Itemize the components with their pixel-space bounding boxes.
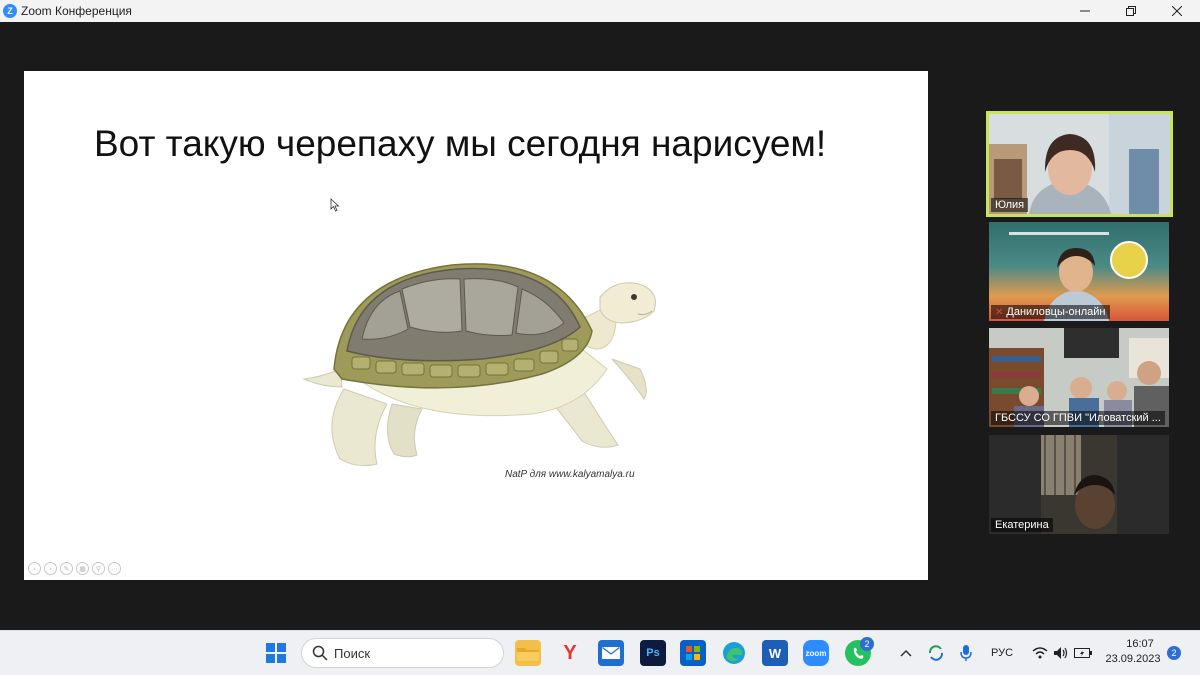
minimize-button[interactable]	[1062, 0, 1108, 22]
show-hidden-icons-button[interactable]	[893, 640, 919, 666]
search-icon	[312, 645, 328, 661]
windows-icon	[266, 643, 286, 663]
folder-icon	[517, 648, 539, 661]
sync-icon[interactable]	[923, 640, 949, 666]
zoom-icon[interactable]: ⚲	[92, 562, 105, 575]
participant-name: ГБССУ СО ГПВИ "Иловатский ...	[991, 411, 1165, 425]
shared-screen-slide[interactable]: Вот такую черепаху мы сегодня нарисуем!	[24, 71, 928, 580]
next-slide-icon[interactable]: ›	[44, 562, 57, 575]
microphone-icon[interactable]	[953, 640, 979, 666]
input-language[interactable]: РУС	[991, 647, 1013, 659]
refresh-icon	[928, 645, 944, 661]
turtle-illustration	[302, 263, 656, 467]
window-controls	[1062, 0, 1200, 22]
mic-muted-icon: ✕	[995, 307, 1004, 318]
photoshop-icon[interactable]: Ps	[640, 640, 666, 666]
yandex-browser-icon[interactable]: Y	[557, 640, 583, 666]
restore-button[interactable]	[1108, 0, 1154, 22]
start-button[interactable]	[263, 640, 289, 666]
window-title: Zoom Конференция	[21, 4, 132, 18]
participant-name: Юлия	[991, 198, 1029, 212]
minimize-icon	[1080, 10, 1090, 12]
more-icon[interactable]: ⋯	[108, 562, 121, 575]
edge-browser-icon[interactable]	[721, 640, 747, 666]
image-credit: NatP для www.kalyamalya.ru	[505, 469, 635, 480]
restore-icon	[1126, 6, 1136, 16]
battery-icon[interactable]	[1070, 640, 1096, 666]
taskbar-search[interactable]: Поиск	[301, 638, 504, 668]
word-icon[interactable]: W	[762, 640, 788, 666]
previous-slide-icon[interactable]: ‹	[28, 562, 41, 575]
speaker-icon	[1054, 647, 1068, 659]
participant-tile[interactable]: Юлия	[986, 111, 1173, 217]
participant-tile[interactable]: ✕ Даниловцы-онлайн	[989, 222, 1169, 321]
pen-icon[interactable]: ✎	[60, 562, 73, 575]
mouse-cursor-icon	[330, 198, 340, 212]
edge-icon	[723, 642, 745, 664]
file-explorer-icon[interactable]	[515, 640, 541, 666]
taskbar: Поиск Y Ps W zoom 2 РУС 16:07 23.09.2023	[0, 630, 1200, 675]
participant-name: ✕ Даниловцы-онлайн	[991, 305, 1110, 319]
zoom-taskbar-icon[interactable]: zoom	[803, 640, 829, 666]
participant-tile[interactable]: ГБССУ СО ГПВИ "Иловатский ...	[989, 328, 1169, 427]
mail-icon[interactable]	[598, 640, 624, 666]
close-button[interactable]	[1154, 0, 1200, 22]
slide-controls: ‹ › ✎ ▦ ⚲ ⋯	[28, 562, 121, 575]
meeting-area: Вот такую черепаху мы сегодня нарисуем!	[0, 22, 1200, 630]
mic-icon	[960, 645, 972, 661]
battery-charging-icon	[1074, 648, 1092, 658]
store-bag-icon	[686, 646, 700, 660]
microsoft-store-icon[interactable]	[680, 640, 706, 666]
chevron-up-icon	[900, 649, 912, 657]
clock-time[interactable]: 16:07	[1117, 638, 1163, 650]
whatsapp-badge: 2	[860, 637, 874, 651]
participant-tile[interactable]: Екатерина	[989, 435, 1169, 534]
zoom-logo-icon: Z	[3, 4, 17, 18]
search-label: Поиск	[334, 645, 371, 661]
notification-badge[interactable]: 2	[1167, 646, 1181, 660]
close-icon	[1172, 6, 1182, 16]
clock-date[interactable]: 23.09.2023	[1103, 653, 1163, 665]
envelope-icon	[602, 647, 620, 659]
participant-name: Екатерина	[991, 518, 1053, 532]
slide-title: Вот такую черепаху мы сегодня нарисуем!	[94, 123, 827, 164]
window-titlebar: Z Zoom Конференция	[0, 0, 1200, 22]
slides-icon[interactable]: ▦	[76, 562, 89, 575]
wifi-signal-icon	[1032, 647, 1048, 659]
